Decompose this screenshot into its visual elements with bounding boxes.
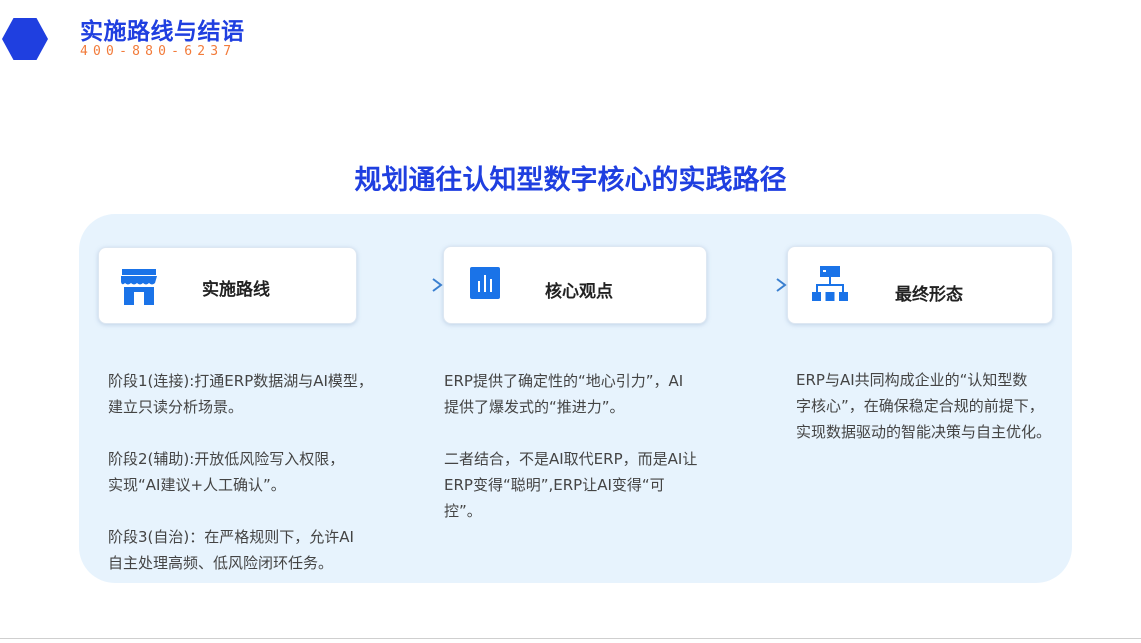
section-title: 实施路线与结语 <box>80 19 245 45</box>
final-description: ERP与AI共同构成企业的“认知型数 字核心”，在确保稳定合规的前提下， 实现数… <box>796 367 1086 445</box>
card-final: 最终形态 <box>787 246 1053 324</box>
divider <box>0 638 1141 639</box>
text-line: ERP变得“聪明”,ERP让AI变得“可 <box>444 476 665 494</box>
page-title: 规划通往认知型数字核心的实践路径 <box>354 165 787 196</box>
text-line: 建立只读分析场景。 <box>108 398 244 416</box>
card-route-title: 实施路线 <box>202 280 270 300</box>
card-final-title: 最终形态 <box>895 285 963 305</box>
view-description: ERP提供了确定性的“地心引力”，AI 提供了爆发式的“推进力”。 二者结合，不… <box>444 368 744 524</box>
logo-hexagon-icon <box>2 18 48 60</box>
text-line: 二者结合，不是AI取代ERP，而是AI让 <box>444 450 698 468</box>
card-view-title: 核心观点 <box>545 282 613 302</box>
text-line: ERP提供了确定性的“地心引力”，AI <box>444 372 684 390</box>
phone-number: 400-880-6237 <box>80 44 237 59</box>
text-line: 控”。 <box>444 502 482 520</box>
text-line: 字核心”，在确保稳定合规的前提下， <box>796 397 1044 415</box>
text-line: 阶段2(辅助):开放低风险写入权限， <box>108 450 345 468</box>
arrow-right-icon <box>707 278 787 292</box>
text-line: 实现数据驱动的智能决策与自主优化。 <box>796 423 1052 441</box>
text-line: ERP与AI共同构成企业的“认知型数 <box>796 371 1028 389</box>
text-line: 提供了爆发式的“推进力”。 <box>444 398 625 416</box>
bar-chart-icon <box>470 267 500 299</box>
text-line: 实现“AI建议+人工确认”。 <box>108 476 286 494</box>
card-route: 实施路线 <box>98 247 357 324</box>
card-view: 核心观点 <box>443 246 707 324</box>
text-line: 阶段1(连接):打通ERP数据湖与AI模型， <box>108 372 373 390</box>
text-line: 自主处理高频、低风险闭环任务。 <box>108 554 334 572</box>
org-chart-icon <box>812 266 848 301</box>
text-line: 阶段3(自治)：在严格规则下，允许AI <box>108 528 354 546</box>
arrow-right-icon <box>357 278 443 292</box>
route-description: 阶段1(连接):打通ERP数据湖与AI模型， 建立只读分析场景。 阶段2(辅助)… <box>108 368 408 576</box>
store-icon <box>121 269 157 305</box>
